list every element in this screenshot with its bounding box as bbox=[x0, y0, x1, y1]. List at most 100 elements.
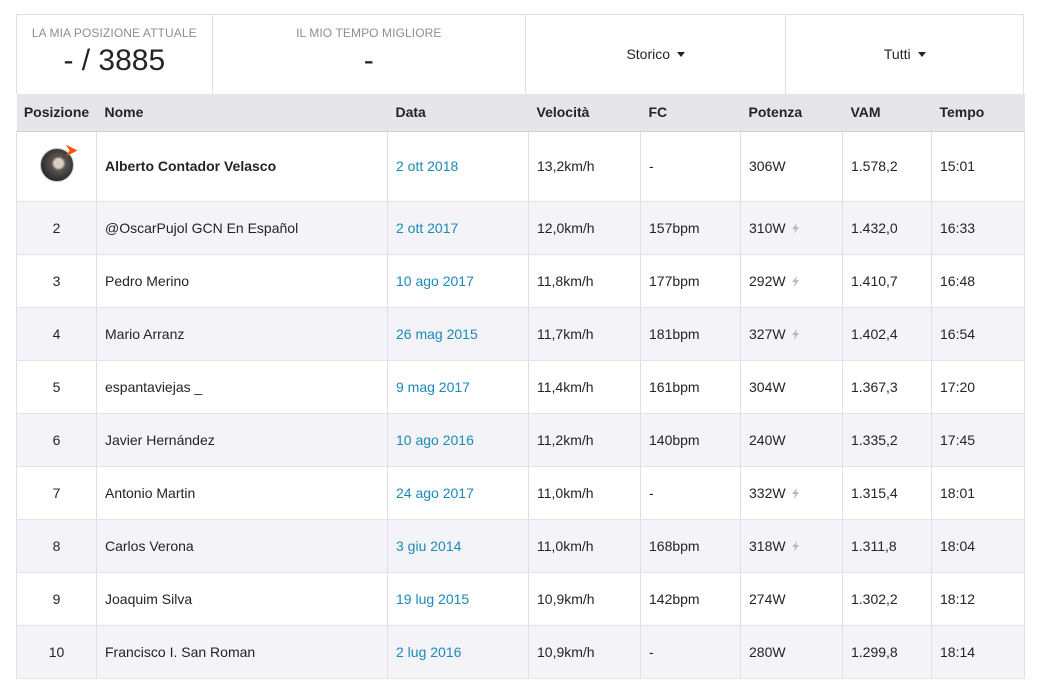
column-header-speed[interactable]: Velocità bbox=[528, 94, 641, 132]
row-date-link[interactable]: 10 ago 2016 bbox=[387, 413, 529, 467]
row-date-link[interactable]: 26 mag 2015 bbox=[387, 307, 529, 361]
row-time: 18:01 bbox=[931, 466, 1025, 520]
row-time: 16:33 bbox=[931, 201, 1025, 255]
best-time-label: IL MIO TEMPO MIGLIORE bbox=[296, 26, 442, 40]
row-power-value: 240W bbox=[749, 431, 786, 448]
row-power: 280W bbox=[740, 625, 843, 679]
column-header-position[interactable]: Posizione bbox=[16, 94, 97, 132]
row-power: 240W bbox=[740, 413, 843, 467]
row-heart-rate: 181bpm bbox=[640, 307, 741, 361]
row-power-value: 304W bbox=[749, 378, 786, 395]
row-position: 7 bbox=[16, 466, 97, 520]
table-row: 2 @OscarPujol GCN En Español 2 ott 2017 12,… bbox=[16, 201, 1025, 255]
row-athlete-name[interactable]: Mario Arranz bbox=[96, 307, 388, 361]
row-speed: 10,9km/h bbox=[528, 625, 641, 679]
row-time: 16:48 bbox=[931, 254, 1025, 308]
row-position bbox=[16, 131, 97, 202]
all-filter-dropdown[interactable]: Tutti bbox=[786, 15, 1023, 94]
row-athlete-name[interactable]: Alberto Contador Velasco bbox=[96, 131, 388, 202]
row-athlete-name[interactable]: Joaquim Silva bbox=[96, 572, 388, 626]
row-athlete-name[interactable]: @OscarPujol GCN En Español bbox=[96, 201, 388, 255]
leaderboard-table: Posizione Nome Data Velocità FC Potenza … bbox=[16, 94, 1025, 679]
row-athlete-name[interactable]: Javier Hernández bbox=[96, 413, 388, 467]
row-vam: 1.335,2 bbox=[842, 413, 932, 467]
current-position-label: LA MIA POSIZIONE ATTUALE bbox=[31, 26, 197, 40]
best-time-panel: IL MIO TEMPO MIGLIORE - bbox=[213, 15, 526, 94]
best-time-value: - bbox=[363, 44, 374, 77]
history-filter-dropdown[interactable]: Storico bbox=[526, 15, 787, 94]
column-header-vam[interactable]: VAM bbox=[842, 94, 932, 132]
avatar[interactable] bbox=[39, 144, 78, 182]
table-row: 10 Francisco I. San Roman 2 lug 2016 10,9km… bbox=[16, 625, 1025, 679]
row-power: 274W bbox=[740, 572, 843, 626]
row-date-link[interactable]: 2 ott 2018 bbox=[387, 131, 529, 202]
power-meter-icon bbox=[791, 540, 799, 552]
column-header-power[interactable]: Potenza bbox=[740, 94, 843, 132]
row-heart-rate: 161bpm bbox=[640, 360, 741, 414]
caret-down-icon bbox=[917, 52, 926, 57]
row-vam: 1.432,0 bbox=[842, 201, 932, 255]
row-heart-rate: 168bpm bbox=[640, 519, 741, 573]
row-power-value: 327W bbox=[749, 325, 786, 342]
row-time: 17:20 bbox=[931, 360, 1025, 414]
row-speed: 11,0km/h bbox=[528, 519, 641, 573]
row-vam: 1.311,8 bbox=[842, 519, 932, 573]
row-speed: 11,4km/h bbox=[528, 360, 641, 414]
row-power-value: 274W bbox=[749, 590, 786, 607]
row-power: 310W bbox=[740, 201, 843, 255]
row-athlete-name[interactable]: Antonio Martin bbox=[96, 466, 388, 520]
row-date-link[interactable]: 2 ott 2017 bbox=[387, 201, 529, 255]
column-header-date[interactable]: Data bbox=[387, 94, 529, 132]
row-date-link[interactable]: 3 giu 2014 bbox=[387, 519, 529, 573]
row-power-value: 332W bbox=[749, 484, 786, 501]
row-power-value: 306W bbox=[749, 158, 786, 174]
row-speed: 12,0km/h bbox=[528, 201, 641, 255]
column-header-time[interactable]: Tempo bbox=[931, 94, 1025, 132]
row-speed: 10,9km/h bbox=[528, 572, 641, 626]
row-speed: 11,8km/h bbox=[528, 254, 641, 308]
row-vam: 1.315,4 bbox=[842, 466, 932, 520]
row-vam: 1.302,2 bbox=[842, 572, 932, 626]
summary-bar: LA MIA POSIZIONE ATTUALE - / 3885 IL MIO… bbox=[16, 14, 1024, 94]
current-position-value: - / 3885 bbox=[63, 44, 166, 77]
row-power-value: 280W bbox=[749, 643, 786, 660]
row-time: 17:45 bbox=[931, 413, 1025, 467]
row-athlete-name[interactable]: Carlos Verona bbox=[96, 519, 388, 573]
row-athlete-name[interactable]: espantaviejas _ bbox=[96, 360, 388, 414]
row-power-value: 310W bbox=[749, 219, 786, 236]
row-heart-rate: - bbox=[640, 466, 741, 520]
row-athlete-name[interactable]: Francisco I. San Roman bbox=[96, 625, 388, 679]
row-time: 18:14 bbox=[931, 625, 1025, 679]
row-date-link[interactable]: 10 ago 2017 bbox=[387, 254, 529, 308]
table-row: 4 Mario Arranz 26 mag 2015 11,7km/h 181bpm 32… bbox=[16, 307, 1025, 361]
table-row: 5 espantaviejas _ 9 mag 2017 11,4km/h 161bpm… bbox=[16, 360, 1025, 414]
row-power: 332W bbox=[740, 466, 843, 520]
row-date-link[interactable]: 24 ago 2017 bbox=[387, 466, 529, 520]
row-time: 16:54 bbox=[931, 307, 1025, 361]
history-filter-label: Storico bbox=[626, 46, 671, 62]
row-date-link[interactable]: 2 lug 2016 bbox=[387, 625, 529, 679]
row-speed: 13,2km/h bbox=[528, 131, 641, 202]
column-header-hr[interactable]: FC bbox=[640, 94, 741, 132]
chevron-badge-icon bbox=[65, 144, 78, 157]
all-filter-label: Tutti bbox=[883, 46, 911, 62]
row-position: 2 bbox=[16, 201, 97, 255]
segment-leaderboard: LA MIA POSIZIONE ATTUALE - / 3885 IL MIO… bbox=[16, 14, 1025, 679]
table-row: 3 Pedro Merino 10 ago 2017 11,8km/h 177bpm 29… bbox=[16, 254, 1025, 308]
row-date-link[interactable]: 9 mag 2017 bbox=[387, 360, 529, 414]
table-row: 6 Javier Hernández 10 ago 2016 11,2km/h 140b… bbox=[16, 413, 1025, 467]
row-athlete-name[interactable]: Pedro Merino bbox=[96, 254, 388, 308]
row-date-link[interactable]: 19 lug 2015 bbox=[387, 572, 529, 626]
row-heart-rate: 177bpm bbox=[640, 254, 741, 308]
table-row: 7 Antonio Martin 24 ago 2017 11,0km/h -332W 1… bbox=[16, 466, 1025, 520]
power-meter-icon bbox=[791, 487, 799, 499]
row-power-value: 292W bbox=[749, 272, 786, 289]
row-position: 8 bbox=[16, 519, 97, 573]
row-time: 15:01 bbox=[931, 131, 1025, 202]
row-heart-rate: - bbox=[640, 131, 741, 202]
row-vam: 1.367,3 bbox=[842, 360, 932, 414]
power-meter-icon bbox=[791, 328, 799, 340]
row-vam: 1.410,7 bbox=[842, 254, 932, 308]
column-header-name[interactable]: Nome bbox=[96, 94, 388, 132]
row-vam: 1.299,8 bbox=[842, 625, 932, 679]
